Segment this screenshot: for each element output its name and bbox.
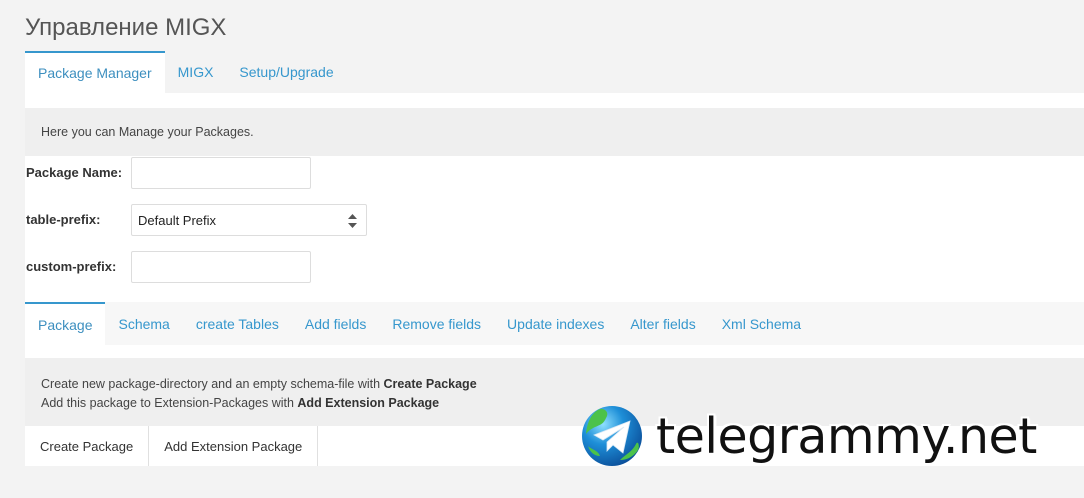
tab-alter-fields[interactable]: Alter fields [617,302,708,345]
page-title: Управление MIGX [25,14,227,41]
description-line-1: Create new package-directory and an empt… [41,375,1068,394]
tab-package-manager[interactable]: Package Manager [25,51,165,93]
description-line-2-bold: Add Extension Package [297,396,440,410]
tab-migx[interactable]: MIGX [165,51,227,93]
table-prefix-value: Default Prefix [138,213,217,228]
tab-xml-schema[interactable]: Xml Schema [709,302,814,345]
tab-add-fields[interactable]: Add fields [292,302,379,345]
select-arrows-icon [348,214,357,228]
description-line-1-text: Create new package-directory and an empt… [41,377,384,391]
tab-schema[interactable]: Schema [105,302,182,345]
action-buttons: Create Package Add Extension Package [25,426,319,466]
tab-package[interactable]: Package [25,302,106,345]
tab-create-tables[interactable]: create Tables [183,302,292,345]
description-line-1-bold: Create Package [383,377,477,391]
custom-prefix-input[interactable] [131,251,311,283]
watermark-text: telegrammy.net [656,407,1037,465]
custom-prefix-label: custom-prefix: [26,259,117,274]
watermark: telegrammy.net [580,403,1037,469]
package-name-label: Package Name: [26,165,123,180]
telegram-globe-icon [582,406,642,466]
table-prefix-select[interactable]: Default Prefix [131,204,367,236]
tab-remove-fields[interactable]: Remove fields [379,302,494,345]
description-line-2-text: Add this package to Extension-Packages w… [41,396,298,410]
add-extension-package-button[interactable]: Add Extension Package [149,426,319,466]
tab-setup-upgrade[interactable]: Setup/Upgrade [226,51,346,93]
info-bar: Here you can Manage your Packages. [25,108,1084,156]
create-package-button[interactable]: Create Package [25,426,150,466]
top-tabs: Package Manager MIGX Setup/Upgrade [25,51,1084,93]
tab-update-indexes[interactable]: Update indexes [494,302,617,345]
package-name-input[interactable] [131,157,311,189]
package-sub-tabs: Package Schema create Tables Add fields … [25,302,1084,345]
table-prefix-label: table-prefix: [26,212,101,227]
